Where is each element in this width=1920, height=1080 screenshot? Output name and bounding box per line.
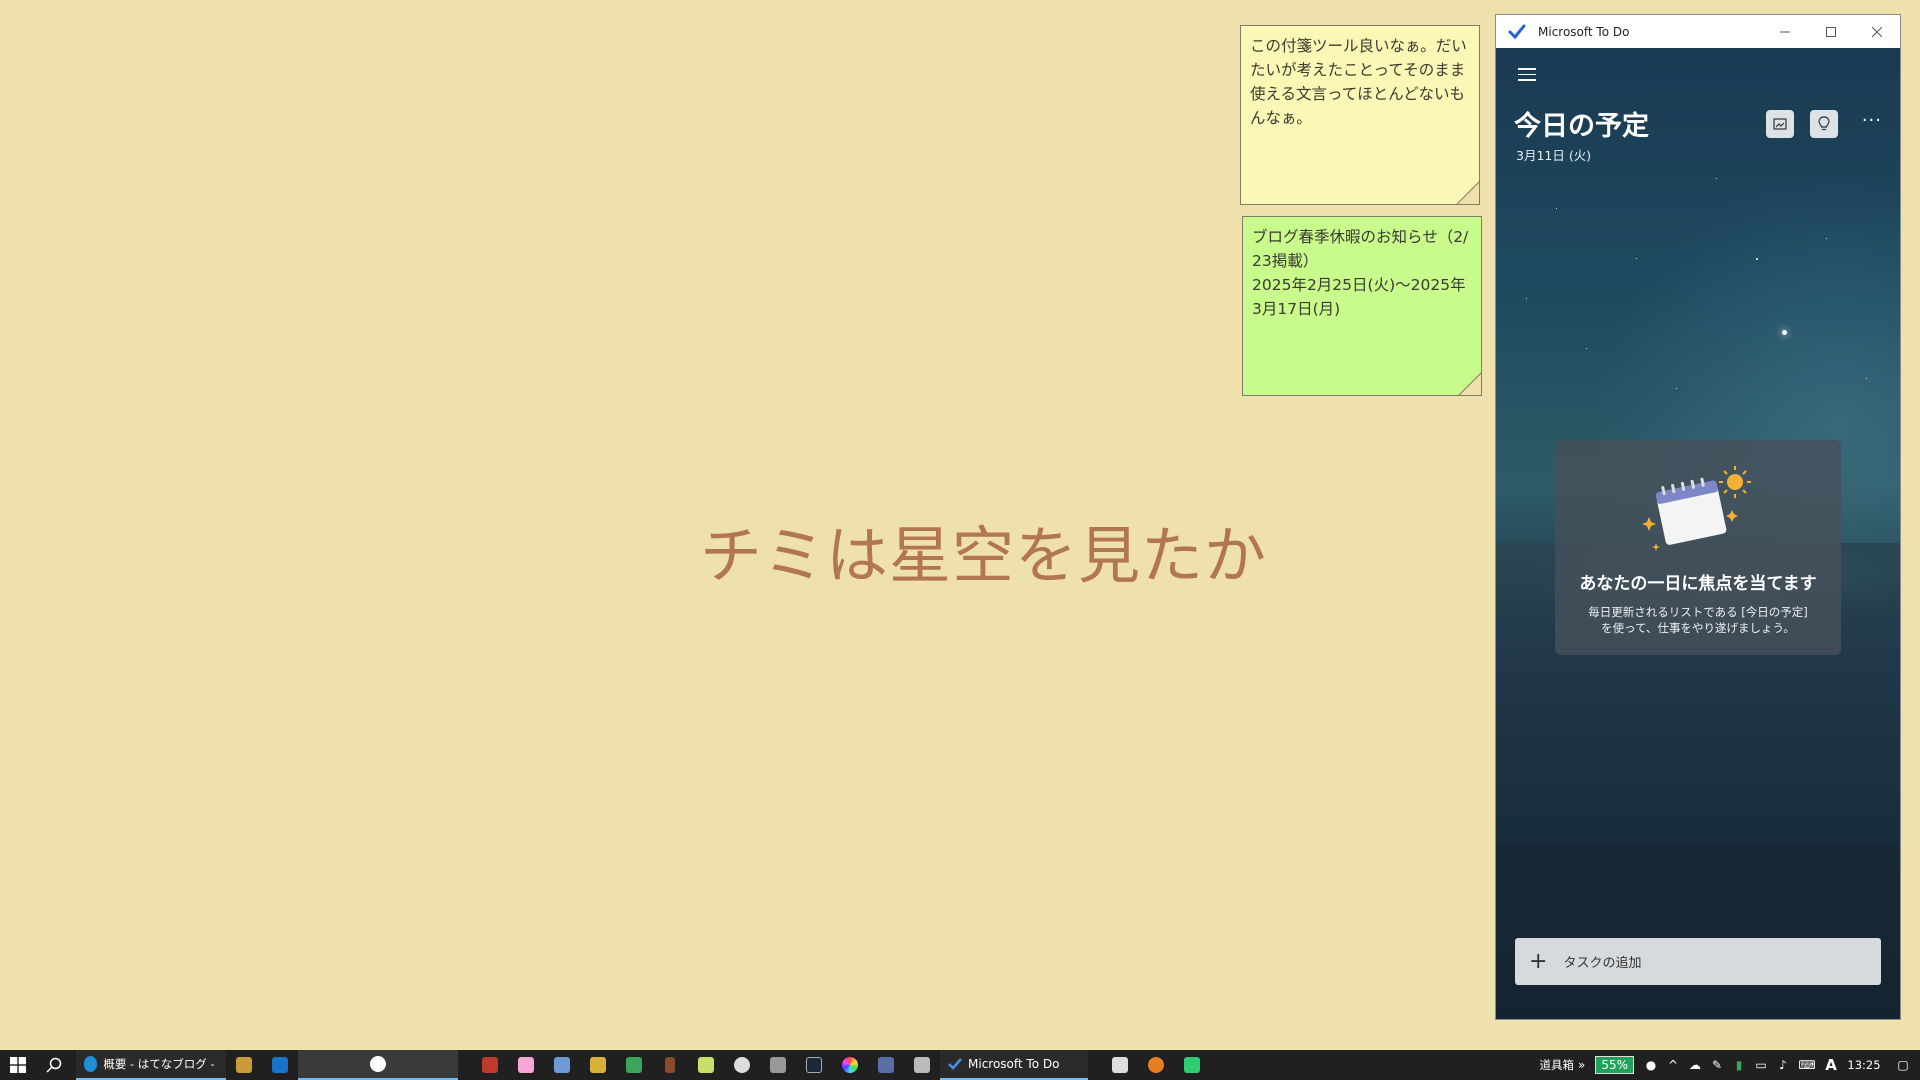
chevron-up-icon[interactable]: ^ bbox=[1662, 1058, 1684, 1072]
todo-checkmark-icon bbox=[1508, 24, 1526, 39]
keyboard-icon[interactable]: ⌨ bbox=[1794, 1058, 1820, 1072]
taskbar-app-10[interactable] bbox=[688, 1050, 724, 1080]
app-icon bbox=[734, 1057, 750, 1073]
picture-icon bbox=[1773, 118, 1787, 130]
app-icon bbox=[665, 1057, 675, 1073]
app-icon bbox=[914, 1057, 930, 1073]
desktop-title: チミは星空を見たか bbox=[700, 519, 1268, 592]
app-icon bbox=[482, 1057, 498, 1073]
taskbar-app-16[interactable] bbox=[904, 1050, 940, 1080]
empty-state-card: あなたの一日に焦点を当てます 毎日更新されるリストである [今日の予定] を使っ… bbox=[1555, 440, 1841, 655]
add-task-input[interactable]: + タスクの追加 bbox=[1515, 938, 1881, 985]
app-icon bbox=[878, 1057, 894, 1073]
empty-state-description-line: を使って、仕事をやり遂げましょう。 bbox=[1601, 621, 1795, 635]
app-tray-icon[interactable]: ✎ bbox=[1706, 1058, 1728, 1072]
taskbar-app-3[interactable] bbox=[298, 1050, 458, 1080]
taskbar-app-8[interactable] bbox=[616, 1050, 652, 1080]
todo-window: Microsoft To Do 今日の予定 3月11日 (火) ··· あなたの… bbox=[1495, 14, 1901, 1020]
app-icon bbox=[1184, 1057, 1200, 1073]
taskbar-app-7[interactable] bbox=[580, 1050, 616, 1080]
system-tray: 道具箱 » 55% ● ^ ☁ ✎ ▮ ▭ ♪ ⌨ A 13:25 ▢ bbox=[1539, 1050, 1920, 1080]
taskbar-app-5[interactable] bbox=[508, 1050, 544, 1080]
background-button[interactable] bbox=[1766, 110, 1794, 138]
app-icon bbox=[554, 1057, 570, 1073]
search-icon bbox=[46, 1057, 62, 1073]
taskbar-todo-label: Microsoft To Do bbox=[968, 1057, 1060, 1071]
notepad-icon bbox=[236, 1057, 252, 1073]
windows-logo-icon bbox=[10, 1057, 26, 1073]
suggestions-button[interactable] bbox=[1810, 110, 1838, 138]
calendar-icon bbox=[626, 1057, 642, 1073]
taskbar-app-14[interactable] bbox=[832, 1050, 868, 1080]
app-icon bbox=[1112, 1057, 1128, 1073]
app-icon bbox=[272, 1057, 288, 1073]
maximize-icon bbox=[1826, 26, 1836, 37]
list-title: 今日の予定 bbox=[1514, 111, 1649, 142]
taskbar: 概要 - はてなブログ - 個... Microsoft To Do 道具箱 »… bbox=[0, 1050, 1920, 1080]
app-icon bbox=[370, 1056, 386, 1072]
calendar-sun-icon bbox=[1642, 466, 1751, 551]
start-button[interactable] bbox=[0, 1050, 36, 1080]
mic-icon[interactable]: ● bbox=[1640, 1058, 1662, 1072]
menu-button[interactable] bbox=[1518, 68, 1536, 85]
page-fold-icon bbox=[1458, 372, 1481, 395]
taskbar-app-15[interactable] bbox=[868, 1050, 904, 1080]
empty-state-title: あなたの一日に焦点を当てます bbox=[1579, 574, 1817, 594]
color-wheel-icon bbox=[842, 1057, 858, 1073]
todo-main-pane: 今日の予定 3月11日 (火) ··· あなたの一日に焦点を当てます 毎日更新さ… bbox=[1496, 48, 1900, 1019]
todo-checkmark-icon bbox=[948, 1058, 962, 1070]
steam-icon bbox=[806, 1057, 822, 1073]
toolbar-chevron[interactable]: » bbox=[1578, 1058, 1585, 1072]
taskbar-app-2[interactable] bbox=[262, 1050, 298, 1080]
edge-icon bbox=[84, 1056, 98, 1072]
empty-state-description-line: 毎日更新されるリストである [今日の予定] bbox=[1588, 605, 1808, 619]
add-task-placeholder: タスクの追加 bbox=[1563, 956, 1642, 971]
taskbar-browser-label: 概要 - はてなブログ - 個... bbox=[103, 1057, 218, 1071]
app-icon bbox=[770, 1057, 786, 1073]
empty-state-description: 毎日更新されるリストである [今日の予定] を使って、仕事をやり遂げましょう。 bbox=[1575, 604, 1821, 636]
taskbar-app-6[interactable] bbox=[544, 1050, 580, 1080]
ime-indicator[interactable]: A bbox=[1820, 1056, 1842, 1074]
media-player-icon bbox=[1148, 1057, 1164, 1073]
taskbar-browser-button[interactable]: 概要 - はてなブログ - 個... bbox=[76, 1050, 226, 1080]
sticky-note-2[interactable]: ブログ春季休暇のお知らせ（2/23掲載） 2025年2月25日(火)～2025年… bbox=[1242, 216, 1482, 396]
battery-indicator[interactable]: 55% bbox=[1595, 1056, 1634, 1074]
lightbulb-icon bbox=[1818, 116, 1830, 131]
list-date: 3月11日 (火) bbox=[1516, 148, 1592, 163]
clock[interactable]: 13:25 bbox=[1842, 1058, 1886, 1072]
window-title: Microsoft To Do bbox=[1538, 24, 1630, 39]
window-titlebar[interactable]: Microsoft To Do bbox=[1496, 15, 1900, 48]
taskbar-app-13[interactable] bbox=[796, 1050, 832, 1080]
search-button[interactable] bbox=[36, 1050, 72, 1080]
taskbar-app-1[interactable] bbox=[226, 1050, 262, 1080]
battery-icon[interactable]: ▮ bbox=[1728, 1058, 1750, 1072]
volume-icon[interactable]: ♪ bbox=[1772, 1058, 1794, 1072]
taskbar-app-17[interactable] bbox=[1102, 1050, 1138, 1080]
sticky-notes-icon bbox=[698, 1057, 714, 1073]
close-button[interactable] bbox=[1854, 15, 1900, 48]
network-icon[interactable]: ▭ bbox=[1750, 1058, 1772, 1072]
more-options-button[interactable]: ··· bbox=[1862, 110, 1882, 131]
toolbar-label[interactable]: 道具箱 bbox=[1539, 1057, 1574, 1073]
app-icon bbox=[590, 1057, 606, 1073]
close-icon bbox=[1872, 26, 1882, 37]
taskbar-app-18[interactable] bbox=[1138, 1050, 1174, 1080]
taskbar-app-11[interactable] bbox=[724, 1050, 760, 1080]
maximize-button[interactable] bbox=[1808, 15, 1854, 48]
minimize-icon bbox=[1780, 31, 1790, 32]
sticky-note-2-text[interactable]: ブログ春季休暇のお知らせ（2/23掲載） 2025年2月25日(火)～2025年… bbox=[1252, 225, 1472, 321]
app-icon bbox=[518, 1057, 534, 1073]
plus-icon: + bbox=[1529, 948, 1548, 974]
taskbar-todo-button[interactable]: Microsoft To Do bbox=[940, 1050, 1088, 1080]
minimize-button[interactable] bbox=[1762, 15, 1808, 48]
taskbar-app-4[interactable] bbox=[472, 1050, 508, 1080]
notifications-icon[interactable]: ▢ bbox=[1886, 1058, 1920, 1072]
sticky-note-1[interactable]: この付箋ツール良いなぁ。だいたいが考えたことってそのまま使える文言ってほとんどな… bbox=[1240, 25, 1480, 205]
taskbar-app-19[interactable] bbox=[1174, 1050, 1210, 1080]
taskbar-app-9[interactable] bbox=[652, 1050, 688, 1080]
page-fold-icon bbox=[1456, 181, 1479, 204]
cloud-icon[interactable]: ☁ bbox=[1684, 1058, 1706, 1072]
taskbar-app-12[interactable] bbox=[760, 1050, 796, 1080]
sticky-note-1-text[interactable]: この付箋ツール良いなぁ。だいたいが考えたことってそのまま使える文言ってほとんどな… bbox=[1250, 34, 1470, 130]
